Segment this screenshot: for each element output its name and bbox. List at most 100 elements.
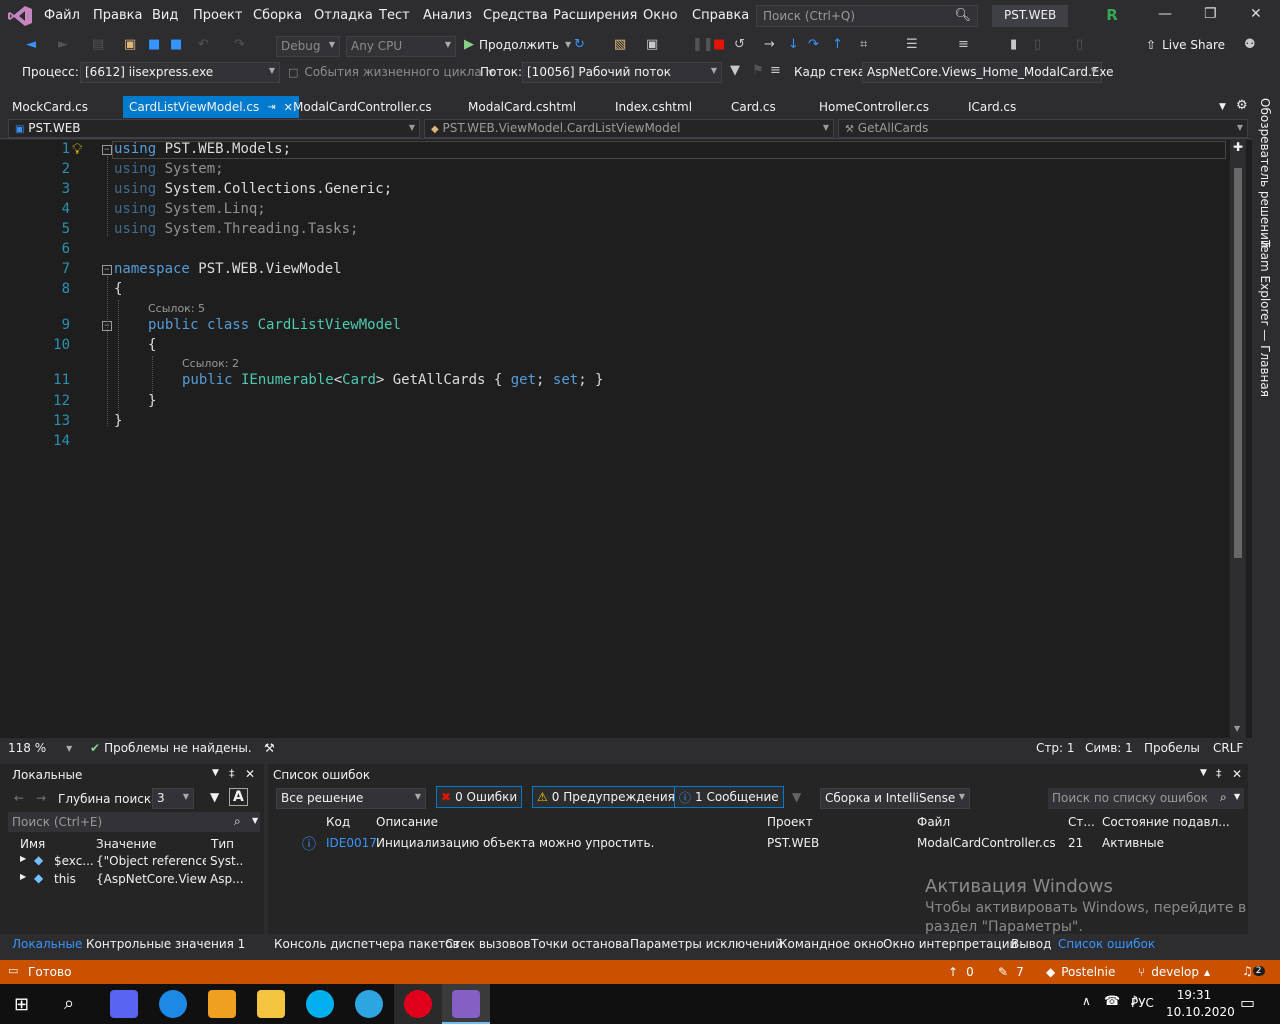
threads-icon[interactable]: ☰ (906, 37, 918, 52)
problems-indicator[interactable]: ✔ Проблемы не найдены. (90, 741, 252, 755)
project-select[interactable]: ▣ PST.WEB ▼ (8, 119, 420, 138)
warnings-filter-button[interactable]: ⚠ 0 Предупреждения (532, 786, 680, 808)
column-header-value[interactable]: Значение (96, 837, 156, 851)
menu-window[interactable]: Окно (643, 8, 678, 23)
team-explorer-tab[interactable]: Team Explorer — Главная (1258, 240, 1272, 397)
filter-icon[interactable]: ▼ (730, 63, 740, 78)
error-list-search-input[interactable]: Поиск по списку ошибок ⌕ ▼ (1048, 788, 1244, 809)
step-over-icon[interactable]: ↷ (808, 37, 819, 52)
tab-locals[interactable]: Локальные (12, 937, 82, 951)
tab-command-window[interactable]: Командное окно (779, 937, 884, 951)
column-header-suppression[interactable]: Состояние подавл... (1102, 815, 1230, 829)
pin-icon[interactable]: ‡ (1216, 767, 1222, 780)
column-header-description[interactable]: Описание (376, 815, 438, 829)
type-select[interactable]: ◆ PST.WEB.ViewModel.CardListViewModel ▼ (424, 119, 834, 138)
show-next-statement-icon[interactable]: → (764, 37, 775, 52)
discord-icon[interactable] (110, 990, 138, 1018)
window-menu-icon[interactable]: ▼ (212, 768, 219, 778)
pending-changes[interactable]: ✎ 7 (998, 965, 1024, 979)
editor-vertical-scrollbar[interactable]: ✚ ▼ (1230, 140, 1246, 738)
settings-gear-icon[interactable]: ⚙ (1236, 96, 1248, 118)
zoom-select[interactable]: 118 % ▼ (8, 741, 72, 755)
column-header-type[interactable]: Тип (211, 837, 234, 851)
clear-bookmarks-icon[interactable]: ▯ (1076, 37, 1083, 52)
file-explorer-icon[interactable] (257, 990, 285, 1018)
search-depth-select[interactable]: 3 ▼ (152, 788, 194, 809)
expand-icon[interactable]: ▶ (20, 872, 26, 881)
scroll-down-icon[interactable]: ▼ (1234, 724, 1240, 733)
pin-icon[interactable]: ⇥ (267, 102, 275, 113)
error-filter-icon[interactable]: ▼ (792, 790, 801, 804)
back-icon[interactable]: ◄ (26, 37, 36, 52)
maximize-icon[interactable]: ❐ (1204, 6, 1217, 22)
close-icon[interactable]: ✕ (245, 767, 255, 781)
scrollbar-thumb[interactable] (1234, 168, 1242, 558)
undo-icon[interactable]: ↶ (198, 37, 209, 52)
skype-icon[interactable] (306, 990, 334, 1018)
action-center-icon[interactable]: ▭ (1240, 993, 1255, 1012)
solution-configuration-select[interactable]: Debug ▼ (276, 36, 340, 57)
menu-analyze[interactable]: Анализ (423, 8, 472, 23)
tab-list-dropdown-icon[interactable]: ▼ (1219, 96, 1226, 118)
menu-extensions[interactable]: Расширения (553, 8, 637, 23)
thread-select[interactable]: [10056] Рабочий поток ▼ (522, 62, 722, 83)
tab-modalcardcontroller[interactable]: ModalCardController.cs (293, 96, 432, 118)
unpushed-commits[interactable]: ↑ 0 (948, 965, 974, 979)
column-header-file[interactable]: Файл (917, 815, 950, 829)
redo-icon[interactable]: ↷ (234, 37, 245, 52)
solution-explorer-tab[interactable]: Обозреватель решений (1258, 98, 1272, 248)
stack-icon[interactable]: ≡ (770, 63, 781, 78)
prev-bookmark-icon[interactable]: ▯ (1034, 37, 1041, 52)
close-window-icon[interactable]: ✕ (1250, 6, 1262, 22)
window-menu-icon[interactable]: ▼ (1200, 768, 1207, 778)
live-share-button[interactable]: ⇧ Live Share (1146, 38, 1225, 52)
network-icon[interactable]: ☎ (1104, 994, 1120, 1009)
tab-package-manager-console[interactable]: Консоль диспетчера пакетов (274, 937, 460, 951)
tab-error-list[interactable]: Список ошибок (1058, 937, 1155, 951)
code-editor[interactable]: 💡︎ 1 2 3 4 5 6 7 8 9 10 11 12 13 14 − − … (0, 140, 1252, 738)
stack-frame-select[interactable]: AspNetCore.Views_Home_ModalCard.Exe ▼ (862, 62, 1113, 83)
menu-debug[interactable]: Отладка (314, 8, 373, 23)
member-select[interactable]: ⚒ GetAllCards ▼ (838, 119, 1248, 138)
menu-build[interactable]: Сборка (253, 8, 302, 23)
lightbulb-icon[interactable]: 💡︎ (72, 140, 83, 158)
open-folder-icon[interactable]: ▣ (124, 37, 136, 52)
diagnostic-icon[interactable]: ▧ (614, 37, 626, 52)
tab-mockcard[interactable]: MockCard.cs (12, 96, 88, 118)
whitespace-indicator[interactable]: Пробелы (1144, 741, 1200, 755)
solution-platform-select[interactable]: Any CPU ▼ (346, 36, 456, 57)
repository-select[interactable]: ◆ Postelnie (1046, 965, 1115, 979)
continue-button[interactable]: ▶ Продолжить ▼ (464, 37, 571, 52)
filter-icon[interactable]: ▼ (210, 790, 219, 804)
pin-icon[interactable]: ‡ (229, 767, 235, 780)
menu-edit[interactable]: Правка (93, 8, 142, 23)
tab-icard[interactable]: ICard.cs (968, 96, 1016, 118)
line-ending-indicator[interactable]: CRLF (1213, 741, 1243, 755)
pause-icon[interactable]: ❚❚ (692, 37, 714, 52)
table-row[interactable]: ⓘ IDE0017 Инициализацию объекта можно уп… (268, 833, 1246, 853)
menu-view[interactable]: Вид (152, 8, 178, 23)
case-sensitive-icon[interactable]: A (229, 788, 248, 806)
tab-breakpoints[interactable]: Точки останова (531, 937, 630, 951)
restart-icon[interactable]: ↺ (734, 37, 745, 52)
sublime-text-icon[interactable] (208, 990, 236, 1018)
browser-link-icon[interactable]: ▣ (646, 37, 658, 52)
split-editor-icon[interactable]: ✚ (1233, 140, 1243, 154)
clock[interactable]: 19:31 10.10.2020 (1166, 987, 1235, 1021)
lifecycle-events-select[interactable]: □ События жизненного цикла ▼ (288, 65, 494, 79)
language-indicator[interactable]: РУС (1131, 996, 1154, 1010)
column-header-name[interactable]: Имя (20, 837, 45, 851)
step-into-icon[interactable]: ↓ (788, 37, 799, 52)
maps-icon[interactable] (159, 990, 187, 1018)
flag-icon[interactable]: ⚑ (752, 63, 764, 78)
menu-tools[interactable]: Средства (483, 8, 548, 23)
scope-select[interactable]: Все решение ▼ (276, 788, 426, 809)
tab-modalcard-cshtml[interactable]: ModalCard.cshtml (468, 96, 576, 118)
notifications[interactable]: ♫ 2 (1242, 964, 1265, 978)
menu-test[interactable]: Тест (379, 8, 410, 23)
new-project-icon[interactable]: ▤ (92, 37, 104, 52)
collapse-icon[interactable]: − (102, 265, 112, 275)
table-row[interactable]: ▶ ◆ $exc... {"Object reference ... Syst.… (8, 852, 244, 869)
tab-index-cshtml[interactable]: Index.cshtml (615, 96, 692, 118)
close-tab-icon[interactable]: ✕ (284, 101, 293, 114)
